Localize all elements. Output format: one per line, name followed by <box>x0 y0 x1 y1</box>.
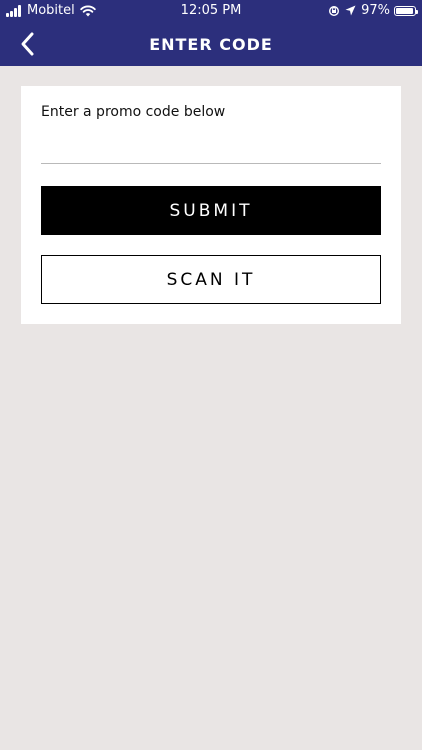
page-title: ENTER CODE <box>149 35 273 54</box>
location-arrow-icon <box>345 5 356 16</box>
status-bar-right: 97% <box>328 3 418 18</box>
battery-icon <box>394 5 418 16</box>
promo-card: Enter a promo code below SUBMIT SCAN IT <box>21 86 401 324</box>
battery-percent: 97% <box>361 3 390 18</box>
scan-it-button[interactable]: SCAN IT <box>41 255 381 304</box>
promo-label: Enter a promo code below <box>41 104 226 120</box>
orientation-lock-icon <box>329 5 340 16</box>
status-bar: Mobitel 12:05 PM 97% <box>0 0 422 22</box>
nav-bar: ENTER CODE <box>0 22 422 66</box>
promo-code-input[interactable] <box>41 134 381 164</box>
submit-button[interactable]: SUBMIT <box>41 186 381 235</box>
battery-fill <box>396 7 414 14</box>
